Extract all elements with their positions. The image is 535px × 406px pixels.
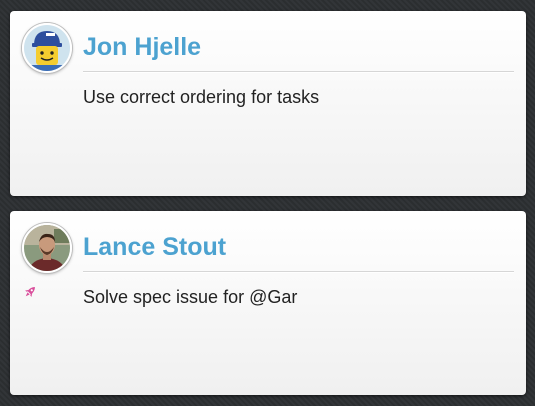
- avatar[interactable]: [22, 223, 72, 273]
- person-photo-avatar-icon: [24, 225, 70, 271]
- post-message: Use correct ordering for tasks: [83, 87, 320, 107]
- rocket-icon: [25, 287, 35, 297]
- author-name[interactable]: Lance Stout: [83, 231, 226, 263]
- post-card: Lance Stout Solve spec issue for @Gar: [10, 211, 526, 395]
- lego-minifig-avatar-icon: [24, 25, 70, 71]
- divider: [83, 71, 514, 72]
- divider: [83, 271, 514, 272]
- avatar[interactable]: [22, 23, 72, 73]
- author-name[interactable]: Jon Hjelle: [83, 31, 201, 63]
- post-card: Jon Hjelle Use correct ordering for task…: [10, 11, 526, 196]
- post-message: Solve spec issue for @Gar: [83, 287, 298, 307]
